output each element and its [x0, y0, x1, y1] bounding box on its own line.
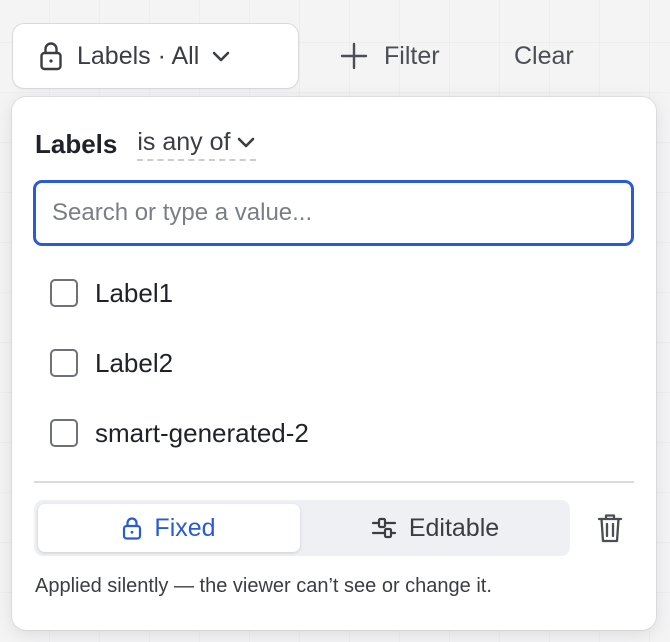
operator-select[interactable]: is any of: [137, 127, 257, 161]
filter-toolbar: Labels · All Filter Clear: [0, 0, 670, 96]
sliders-icon: [371, 516, 397, 540]
clear-filters-button[interactable]: Clear: [514, 36, 574, 76]
mode-fixed-button[interactable]: Fixed: [38, 504, 300, 552]
labels-filter-pill[interactable]: Labels · All: [12, 23, 299, 89]
chevron-down-icon: [236, 135, 256, 149]
labels-filter-pill-label: Labels · All: [77, 41, 200, 70]
plus-icon: [340, 42, 368, 70]
option-label2[interactable]: Label2: [50, 343, 450, 383]
option-label1[interactable]: Label1: [50, 273, 450, 313]
option-checkbox[interactable]: [50, 349, 78, 377]
option-label: Label2: [95, 347, 174, 378]
lock-icon: [39, 41, 63, 71]
mode-segmented-control: Fixed Editable: [34, 500, 570, 556]
operator-select-label: is any of: [137, 127, 231, 156]
popover-title: Labels: [35, 128, 118, 159]
mode-hint-text: Applied silently — the viewer can’t see …: [35, 575, 492, 597]
divider: [34, 481, 634, 483]
mode-fixed-label: Fixed: [154, 513, 216, 542]
option-smart-generated-2[interactable]: smart-generated-2: [50, 413, 450, 453]
option-checkbox[interactable]: [50, 419, 78, 447]
add-filter-button[interactable]: Filter: [340, 36, 440, 76]
trash-icon[interactable]: [594, 510, 626, 546]
option-label: smart-generated-2: [95, 417, 309, 448]
option-checkbox[interactable]: [50, 279, 78, 307]
lock-icon: [122, 516, 142, 540]
search-input[interactable]: [33, 180, 634, 246]
chevron-down-icon: [211, 49, 231, 63]
labels-filter-popover: Labels is any of Label1 Label2 smart-gen…: [12, 97, 656, 630]
mode-editable-label: Editable: [408, 513, 500, 542]
popover-header: Labels is any of: [35, 127, 257, 161]
add-filter-label: Filter: [384, 41, 440, 70]
option-label: Label1: [95, 277, 174, 308]
mode-editable-button[interactable]: Editable: [304, 504, 566, 552]
